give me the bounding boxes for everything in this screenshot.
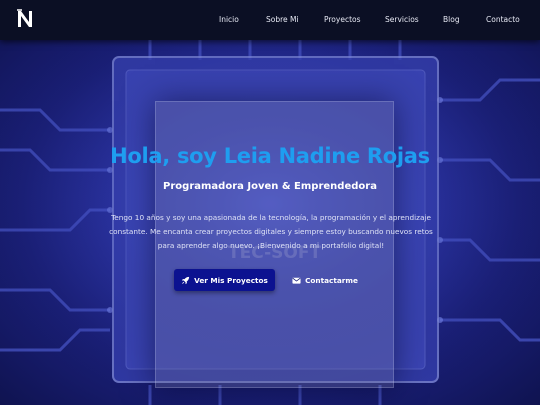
contact-me-label: Contactarme bbox=[305, 275, 358, 285]
nav-link-inicio[interactable]: Inicio bbox=[219, 15, 239, 24]
view-projects-label: Ver Mis Proyectos bbox=[194, 275, 268, 285]
nav-link-proyectos[interactable]: Proyectos bbox=[324, 15, 361, 24]
contact-me-button[interactable]: Contactarme bbox=[286, 269, 364, 291]
nav-link-servicios[interactable]: Servicios bbox=[385, 15, 419, 24]
subtitle: Programadora Joven & Emprendedora bbox=[163, 181, 377, 192]
page-title: Hola, soy Leia Nadine Rojas bbox=[110, 144, 430, 168]
nav-link-sobre-mi[interactable]: Sobre Mi bbox=[266, 15, 299, 24]
nav-link-blog[interactable]: Blog bbox=[443, 15, 460, 24]
envelope-icon bbox=[292, 276, 301, 285]
view-projects-button[interactable]: Ver Mis Proyectos bbox=[174, 269, 275, 291]
intro-text: Tengo 10 años y soy una apasionada de la… bbox=[109, 213, 433, 250]
nav-link-contacto[interactable]: Contacto bbox=[486, 15, 520, 24]
rocket-icon bbox=[181, 276, 190, 285]
navbar: Inicio Sobre Mi Proyectos Servicios Blog… bbox=[0, 0, 540, 40]
logo-icon[interactable] bbox=[16, 9, 34, 29]
